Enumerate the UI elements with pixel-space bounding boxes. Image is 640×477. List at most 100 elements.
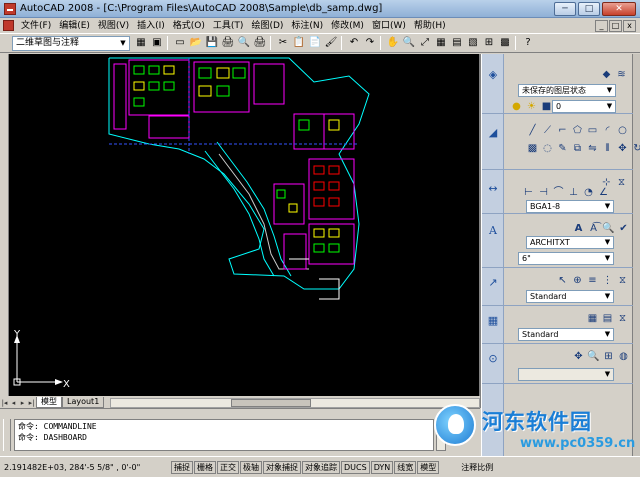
redo-icon[interactable]: ↷ xyxy=(363,36,377,50)
workspace-settings-icon[interactable]: ▦ xyxy=(134,36,148,50)
menu-help[interactable]: 帮助(H) xyxy=(410,19,450,33)
grid-toggle[interactable]: 栅格 xyxy=(194,460,216,474)
rectangle-icon[interactable]: ▭ xyxy=(586,124,599,137)
offset-icon[interactable]: ⫴ xyxy=(601,142,614,155)
layer-manager-icon[interactable]: ≋ xyxy=(615,68,628,81)
hatch-icon[interactable]: ▩ xyxy=(526,142,539,155)
add-leader-icon[interactable]: ⊕ xyxy=(571,274,584,287)
menu-format[interactable]: 格式(O) xyxy=(169,19,209,33)
leader-style-icon[interactable]: ⧖ xyxy=(616,274,629,287)
multileader-icon[interactable]: ↖ xyxy=(556,274,569,287)
tab-model[interactable]: 模型 xyxy=(36,397,62,408)
tab-last-icon[interactable]: ▸| xyxy=(27,398,36,408)
sun-icon[interactable]: ☀ xyxy=(525,100,538,113)
open-icon[interactable]: 📂 xyxy=(189,36,203,50)
osnap-toggle[interactable]: 对象捕捉 xyxy=(263,460,301,474)
horizontal-scrollbar[interactable] xyxy=(110,398,480,408)
lineweight-toggle[interactable]: 线宽 xyxy=(394,460,417,474)
menu-draw[interactable]: 绘图(D) xyxy=(247,19,287,33)
annotation-scale-label[interactable]: 注释比例 xyxy=(461,462,493,473)
table-style-select[interactable]: Standard ▼ xyxy=(518,328,614,341)
workspace-save-icon[interactable]: ▣ xyxy=(150,36,164,50)
ducs-toggle[interactable]: DUCS xyxy=(341,460,370,474)
polygon-icon[interactable]: ⬠ xyxy=(571,124,584,137)
find-text-icon[interactable]: 🔍 xyxy=(602,222,615,235)
tab-first-icon[interactable]: |◂ xyxy=(0,398,9,408)
workspace-select[interactable]: 二维草图与注释 ▼ xyxy=(12,35,130,51)
table-edit-icon[interactable]: ▤ xyxy=(601,312,614,325)
save-icon[interactable]: 💾 xyxy=(205,36,219,50)
dimension-style-select[interactable]: BGA1-8 ▼ xyxy=(526,200,614,213)
draw-panel-icon[interactable]: ◢ xyxy=(486,126,500,140)
copy-icon[interactable]: 📋 xyxy=(292,36,306,50)
doc-restore-button[interactable]: □ xyxy=(609,19,622,32)
palette-scrollbar[interactable] xyxy=(632,54,640,456)
command-history[interactable]: 命令: COMMANDLINE 命令: DASHBOARD xyxy=(14,419,434,451)
snap-toggle[interactable]: 捕捉 xyxy=(171,460,193,474)
polar-toggle[interactable]: 极轴 xyxy=(240,460,262,474)
multiline-text-icon[interactable]: A xyxy=(572,222,585,235)
align-leaders-icon[interactable]: ≡ xyxy=(586,274,599,287)
match-properties-icon[interactable]: 🖌 xyxy=(324,36,338,50)
mirror-icon[interactable]: ⇋ xyxy=(586,142,599,155)
aligned-dimension-icon[interactable]: ⊣ xyxy=(537,186,550,199)
paste-icon[interactable]: 📄 xyxy=(308,36,322,50)
table-panel-icon[interactable]: ▦ xyxy=(486,314,500,328)
menu-dimension[interactable]: 标注(N) xyxy=(287,19,327,33)
autocad-app-icon[interactable] xyxy=(4,2,16,15)
menu-file[interactable]: 文件(F) xyxy=(17,19,55,33)
minimize-button[interactable]: ─ xyxy=(554,2,576,16)
circle-icon[interactable]: ○ xyxy=(616,124,629,137)
radius-icon[interactable]: ◔ xyxy=(582,186,595,199)
doc-minimize-button[interactable]: _ xyxy=(595,19,608,32)
zoom-realtime-icon[interactable]: 🔍 xyxy=(402,36,416,50)
arc-icon[interactable]: ◜ xyxy=(601,124,614,137)
sheet-set-icon[interactable]: ⊞ xyxy=(482,36,496,50)
table-style-icon[interactable]: ⧖ xyxy=(616,312,629,325)
otrack-toggle[interactable]: 对象追踪 xyxy=(302,460,340,474)
tab-layout1[interactable]: Layout1 xyxy=(62,397,105,408)
zoom-nav-icon[interactable]: 🔍 xyxy=(587,350,600,363)
region-icon[interactable]: ◌ xyxy=(541,142,554,155)
document-icon[interactable] xyxy=(3,20,14,31)
menu-window[interactable]: 窗口(W) xyxy=(368,19,410,33)
tool-palettes-icon[interactable]: ▧ xyxy=(466,36,480,50)
new-icon[interactable]: ▭ xyxy=(173,36,187,50)
multileader-style-select[interactable]: Standard ▼ xyxy=(526,290,614,303)
undo-icon[interactable]: ↶ xyxy=(347,36,361,50)
navigation-panel-icon[interactable]: ⊙ xyxy=(486,352,500,366)
rotate-icon[interactable]: ↻ xyxy=(631,142,640,155)
erase-icon[interactable]: ✎ xyxy=(556,142,569,155)
doc-close-button[interactable]: x xyxy=(623,19,636,32)
polyline-icon[interactable]: ⌐ xyxy=(556,124,569,137)
zoom-extents-icon[interactable]: ⊞ xyxy=(602,350,615,363)
lightbulb-icon[interactable]: ● xyxy=(510,100,523,113)
insert-table-icon[interactable]: ▦ xyxy=(586,312,599,325)
model-toggle[interactable]: 模型 xyxy=(417,460,440,474)
plot-preview-icon[interactable]: 🔍 xyxy=(237,36,251,50)
calculator-icon[interactable]: ▩ xyxy=(498,36,512,50)
drawing-canvas[interactable]: Y X xyxy=(9,54,479,396)
text-panel-icon[interactable]: A xyxy=(486,224,500,238)
layer-state-icon[interactable]: ◆ xyxy=(600,68,613,81)
line-icon[interactable]: ╱ xyxy=(526,124,539,137)
help-icon[interactable]: ? xyxy=(521,36,535,50)
text-style-select[interactable]: ARCHITXT ▼ xyxy=(526,236,614,249)
named-view-select[interactable]: ▼ xyxy=(518,368,614,381)
zoom-window-icon[interactable]: ⤢ xyxy=(418,36,432,50)
linear-dimension-icon[interactable]: ⊢ xyxy=(522,186,535,199)
plot-icon[interactable]: 🖨 xyxy=(221,36,235,50)
pan-nav-icon[interactable]: ✥ xyxy=(572,350,585,363)
design-center-icon[interactable]: ▤ xyxy=(450,36,464,50)
maximize-button[interactable]: □ xyxy=(578,2,600,16)
coordinate-readout[interactable]: 2.191482E+03, 284'-5 5/8" , 0'-0" xyxy=(4,463,170,472)
layer-state-select[interactable]: 未保存的图层状态 ▼ xyxy=(518,84,616,97)
tab-next-icon[interactable]: ▸ xyxy=(18,398,27,408)
collect-leaders-icon[interactable]: ⋮ xyxy=(601,274,614,287)
move-icon[interactable]: ✥ xyxy=(616,142,629,155)
cut-icon[interactable]: ✂ xyxy=(276,36,290,50)
ortho-toggle[interactable]: 正交 xyxy=(217,460,239,474)
ordinate-icon[interactable]: ⊥ xyxy=(567,186,580,199)
pan-icon[interactable]: ✋ xyxy=(386,36,400,50)
menu-insert[interactable]: 插入(I) xyxy=(133,19,169,33)
